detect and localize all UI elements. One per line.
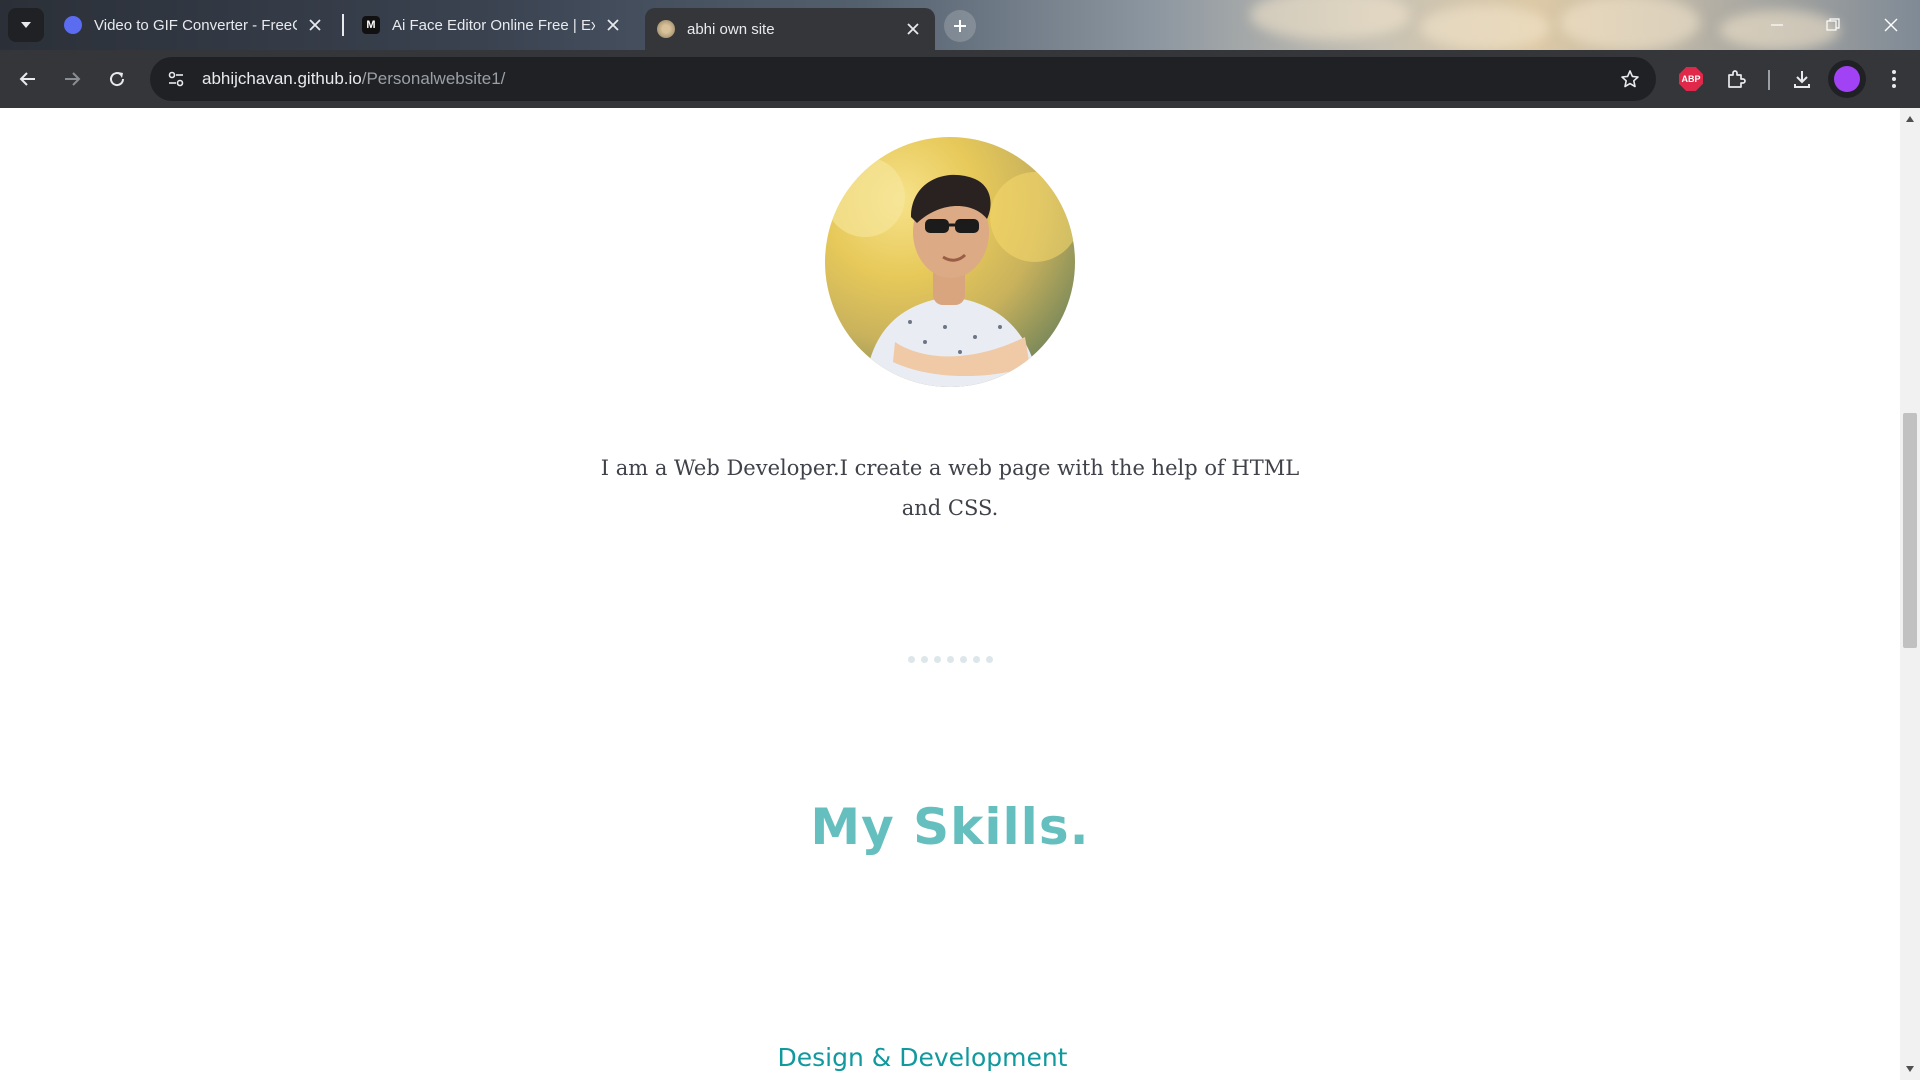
bio-text: I am a Web Developer.I create a web page… (600, 456, 1300, 520)
back-button[interactable] (12, 63, 44, 95)
tab-search-button[interactable] (8, 8, 44, 42)
scrollbar-thumb[interactable] (1903, 413, 1917, 648)
address-bar[interactable]: abhijchavan.github.io/Personalwebsite1/ (150, 57, 1656, 101)
star-icon (1621, 70, 1639, 88)
browser-menu-button[interactable] (1878, 63, 1910, 95)
close-tab-button[interactable] (903, 19, 923, 39)
tab-video-to-gif[interactable]: Video to GIF Converter - FreeConvert (52, 8, 337, 42)
background-cloud (1560, 0, 1700, 50)
scroll-down-arrow-icon[interactable] (1906, 1066, 1914, 1072)
tab-abhi-own-site[interactable]: abhi own site (645, 8, 935, 50)
skills-section-title: My Skills. (810, 798, 1090, 856)
downloads-button[interactable] (1786, 63, 1818, 95)
divider-dot (972, 656, 980, 663)
profile-photo-illustration (825, 157, 1075, 387)
tune-icon (168, 71, 184, 87)
skill-heading-design-development: Design & Development (777, 1043, 1068, 1072)
tab-title: abhi own site (687, 20, 775, 38)
close-tab-button[interactable] (305, 15, 325, 35)
tab-title: Video to GIF Converter - FreeConvert (94, 16, 297, 34)
url-path: /Personalwebsite1/ (361, 69, 506, 88)
divider-dot (933, 656, 941, 663)
tab-strip: Video to GIF Converter - FreeConvert M A… (0, 0, 1920, 50)
restore-icon (1826, 18, 1840, 31)
close-icon (907, 23, 919, 35)
divider-dot (920, 656, 928, 663)
puzzle-icon (1728, 70, 1746, 88)
tab-ai-face-editor[interactable]: M Ai Face Editor Online Free | Expressio… (350, 8, 635, 42)
scroll-up-arrow-icon[interactable] (1906, 116, 1914, 122)
download-icon (1794, 71, 1810, 88)
restore-button[interactable] (1820, 12, 1846, 38)
bookmark-button[interactable] (1618, 67, 1642, 91)
profile-ring (1828, 60, 1866, 98)
toolbar-divider (1768, 70, 1770, 90)
close-window-button[interactable] (1878, 12, 1904, 38)
page-viewport: I am a Web Developer.I create a web page… (0, 108, 1900, 1078)
minimize-icon (1771, 24, 1783, 26)
divider-dot (985, 656, 993, 663)
section-divider-dots (900, 656, 1000, 666)
background-cloud (1420, 5, 1550, 50)
tab-title: Ai Face Editor Online Free | Expression … (392, 16, 595, 34)
plus-icon (954, 20, 966, 32)
close-icon (309, 19, 321, 31)
arrow-right-icon (65, 72, 81, 86)
divider-dot (959, 656, 967, 663)
freeconvert-favicon-icon (64, 16, 82, 34)
close-tab-button[interactable] (603, 15, 623, 35)
abp-icon: ABP (1679, 67, 1703, 91)
forward-button[interactable] (56, 63, 88, 95)
new-tab-button[interactable] (944, 10, 976, 42)
divider-dot (907, 656, 915, 663)
background-cloud (1250, 0, 1410, 40)
reload-button[interactable] (101, 63, 133, 95)
adblock-plus-extension-button[interactable]: ABP (1675, 63, 1707, 95)
ai-face-editor-favicon-icon: M (362, 16, 380, 34)
avatar (1834, 66, 1860, 92)
browser-toolbar: abhijchavan.github.io/Personalwebsite1/ … (0, 50, 1920, 108)
arrow-left-icon (19, 72, 35, 86)
close-icon (607, 19, 619, 31)
chevron-down-icon (21, 22, 31, 28)
extensions-button[interactable] (1720, 63, 1752, 95)
site-info-button[interactable] (154, 57, 198, 101)
profile-button[interactable] (1828, 60, 1866, 98)
minimize-button[interactable] (1764, 12, 1790, 38)
divider-dot (946, 656, 954, 663)
url-host: abhijchavan.github.io (202, 69, 362, 88)
page-scrollbar[interactable] (1900, 108, 1920, 1080)
tab-separator (342, 14, 344, 36)
profile-photo (825, 137, 1075, 387)
close-icon (1884, 18, 1898, 32)
reload-icon (110, 72, 125, 87)
kebab-menu-icon (1892, 70, 1896, 88)
site-avatar-favicon-icon (657, 20, 675, 38)
url-text: abhijchavan.github.io/Personalwebsite1/ (202, 69, 505, 89)
